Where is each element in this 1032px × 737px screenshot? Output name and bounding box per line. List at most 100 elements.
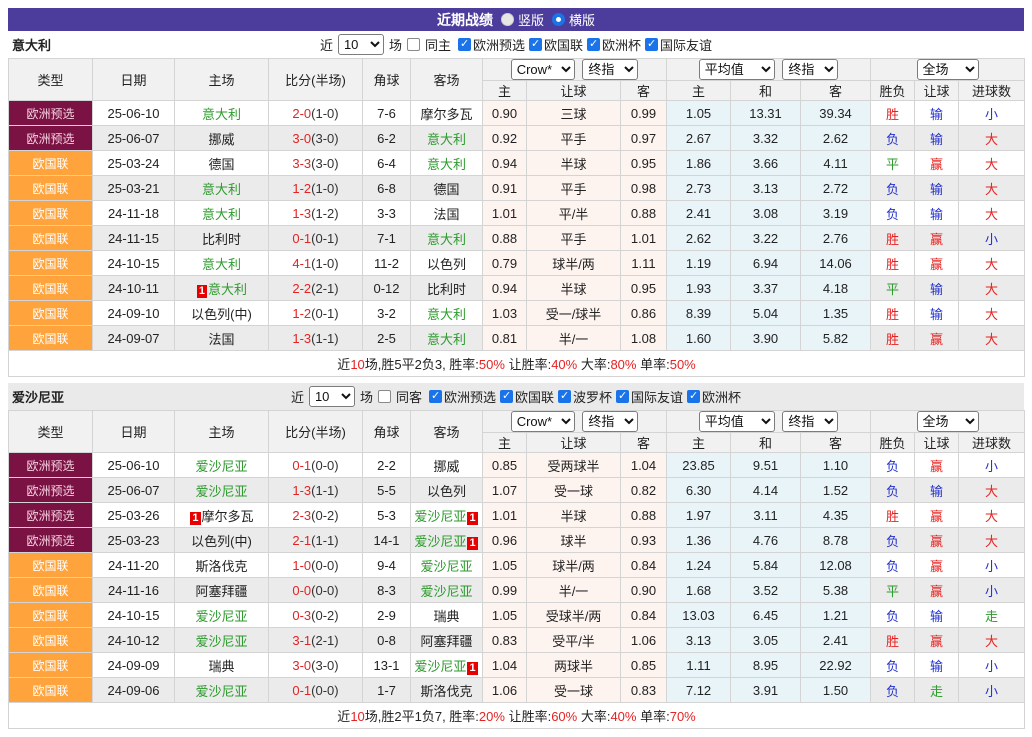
ah-source-select[interactable]: Crow* [511,411,575,432]
competition-filter[interactable]: 欧洲预选 [456,35,525,54]
team-name[interactable]: 爱沙尼亚 [195,459,247,474]
team-name[interactable]: 斯洛伐克 [420,684,472,699]
eu-source-select[interactable]: 平均值 [699,411,775,432]
team-name[interactable]: 爱沙尼亚 [414,659,466,674]
recent-count-select[interactable]: 10 [309,386,355,407]
checkbox-icon[interactable] [500,390,513,403]
team-name[interactable]: 摩尔多瓦 [420,107,472,122]
team-name[interactable]: 意大利 [427,157,466,172]
same-venue-checkbox[interactable] [378,390,391,403]
checkbox-icon[interactable] [587,38,600,51]
result-flag: 胜 [871,101,915,126]
col-ah-home: 主 [483,81,527,101]
eu-home-odds: 2.62 [667,226,731,251]
fulltime-score: 0-1 [292,231,311,246]
eu-draw-odds: 6.94 [731,251,801,276]
halftime-score: (1-1) [311,483,338,498]
team-name[interactable]: 意大利 [208,282,247,297]
team-name[interactable]: 意大利 [202,182,241,197]
ah-away-odds: 1.06 [621,628,667,653]
checkbox-icon[interactable] [529,38,542,51]
eu-away-odds: 1.52 [801,478,871,503]
team-name[interactable]: 阿塞拜疆 [195,584,247,599]
layout-option-vertical[interactable]: 竖版 [501,10,544,29]
team-name[interactable]: 意大利 [202,107,241,122]
team-name[interactable]: 以色列 [427,484,466,499]
team-name[interactable]: 意大利 [427,332,466,347]
team-name[interactable]: 德国 [433,182,459,197]
eu-source-select[interactable]: 平均值 [699,59,775,80]
match-row: 欧国联24-09-10以色列(中)1-2(0-1)3-2意大利1.03受一/球半… [9,301,1025,326]
layout-option-horizontal[interactable]: 横版 [552,10,595,29]
team-name[interactable]: 爱沙尼亚 [195,484,247,499]
team-name[interactable]: 爱沙尼亚 [195,609,247,624]
checkbox-icon[interactable] [458,38,471,51]
competition-filter[interactable]: 欧国联 [498,387,554,406]
red-card-badge: 1 [197,285,207,298]
team-name[interactable]: 以色列 [427,257,466,272]
competition-filter[interactable]: 波罗杯 [556,387,612,406]
checkbox-icon[interactable] [616,390,629,403]
team-name[interactable]: 爱沙尼亚 [414,509,466,524]
team-name[interactable]: 以色列(中) [191,307,252,322]
checkbox-icon[interactable] [429,390,442,403]
team-name[interactable]: 斯洛伐克 [195,559,247,574]
team-name[interactable]: 意大利 [202,207,241,222]
team-name[interactable]: 意大利 [427,232,466,247]
team-section-title: 意大利 [12,35,51,54]
checkbox-icon[interactable] [558,390,571,403]
team-name[interactable]: 爱沙尼亚 [195,634,247,649]
team-name[interactable]: 以色列(中) [191,534,252,549]
halftime-score: (0-1) [311,231,338,246]
away-team: 阿塞拜疆 [411,628,483,653]
match-row: 欧国联24-11-15比利时0-1(0-1)7-1意大利0.88平手1.012.… [9,226,1025,251]
same-venue-label: 同客 [396,387,422,406]
recent-count-select[interactable]: 10 [338,34,384,55]
team-name[interactable]: 摩尔多瓦 [202,509,254,524]
ah-index-select[interactable]: 终指 [582,411,638,432]
team-name[interactable]: 瑞典 [433,609,459,624]
radio-vertical-icon[interactable] [501,13,514,26]
eu-draw-odds: 9.51 [731,453,801,478]
eu-index-select[interactable]: 终指 [782,59,838,80]
fulltime-score: 2-2 [292,281,311,296]
team-name[interactable]: 意大利 [427,132,466,147]
same-venue-checkbox[interactable] [407,38,420,51]
team-name[interactable]: 比利时 [427,282,466,297]
eu-home-odds: 23.85 [667,453,731,478]
team-name[interactable]: 阿塞拜疆 [420,634,472,649]
team-name[interactable]: 爱沙尼亚 [420,559,472,574]
team-name[interactable]: 法国 [208,332,234,347]
competition-filter[interactable]: 欧洲预选 [427,387,496,406]
competition-filter[interactable]: 欧洲杯 [585,35,641,54]
ah-index-select[interactable]: 终指 [582,59,638,80]
team-name[interactable]: 爱沙尼亚 [195,684,247,699]
radio-horizontal-icon[interactable] [552,13,565,26]
away-team: 比利时 [411,276,483,301]
scope-select[interactable]: 全场 [917,59,979,80]
scope-select[interactable]: 全场 [917,411,979,432]
competition-filter[interactable]: 欧国联 [527,35,583,54]
team-name[interactable]: 意大利 [202,257,241,272]
team-name[interactable]: 爱沙尼亚 [414,534,466,549]
ah-source-select[interactable]: Crow* [511,59,575,80]
team-name[interactable]: 爱沙尼亚 [420,584,472,599]
competition-filter[interactable]: 国际友谊 [643,35,712,54]
team-name[interactable]: 挪威 [208,132,234,147]
checkbox-icon[interactable] [645,38,658,51]
team-name[interactable]: 瑞典 [208,659,234,674]
near-label: 近 [291,387,304,406]
team-name[interactable]: 挪威 [433,459,459,474]
competition-filter[interactable]: 国际友谊 [614,387,683,406]
team-name[interactable]: 意大利 [427,307,466,322]
checkbox-icon[interactable] [687,390,700,403]
competition-filter[interactable]: 欧洲杯 [685,387,741,406]
eu-index-select[interactable]: 终指 [782,411,838,432]
team-name[interactable]: 法国 [433,207,459,222]
team-name[interactable]: 比利时 [202,232,241,247]
team-name[interactable]: 德国 [208,157,234,172]
ah-home-odds: 0.83 [483,628,527,653]
score: 2-1(1-1) [269,528,363,553]
ah-away-odds: 1.04 [621,453,667,478]
eu-draw-odds: 8.95 [731,653,801,678]
